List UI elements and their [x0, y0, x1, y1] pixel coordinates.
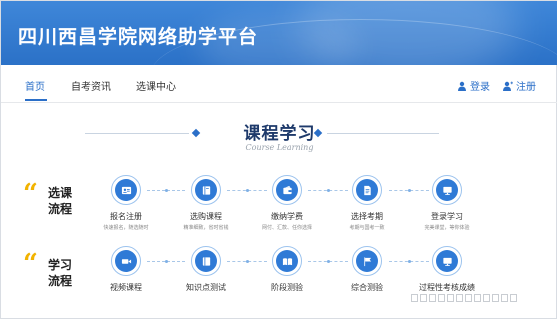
step-description: 快速报名，随选随时: [103, 225, 149, 231]
course-step-purchase[interactable]: 选购课程 精准细致，省时省钱: [161, 175, 251, 231]
study-step-stage-quiz[interactable]: 阶段测验: [242, 246, 332, 293]
register-label: 注册: [516, 82, 536, 93]
nav-item-course-center[interactable]: 选课中心: [136, 78, 176, 93]
study-step-process-score[interactable]: 过程性考核成绩: [402, 246, 492, 293]
study-step-comprehensive-quiz[interactable]: 综合测验: [322, 246, 412, 293]
quote-mark: “: [23, 179, 38, 209]
step-description: 完美课堂，等你体验: [424, 225, 470, 231]
step-label: 选择考期: [351, 212, 383, 221]
nav-active-indicator: [25, 99, 47, 101]
step-description: 精准细致，省时省钱: [183, 225, 229, 231]
course-step-pay[interactable]: 缴纳学费 网付、汇款、任你选择: [242, 175, 332, 231]
step-description: 网付、汇款、任你选择: [261, 225, 312, 231]
flag-icon: [363, 256, 371, 266]
step-label: 选购课程: [190, 212, 222, 221]
login-label: 登录: [470, 82, 490, 93]
course-step-exam-period[interactable]: 选择考期 考期与国考一致: [322, 175, 412, 231]
header-banner: 四川西昌学院网络助学平台: [1, 1, 557, 65]
study-step-video[interactable]: 视频课程: [81, 246, 171, 293]
video-icon: [121, 258, 131, 264]
course-step-register[interactable]: 报名注册 快速报名，随选随时: [81, 175, 171, 231]
book-icon: [202, 256, 210, 266]
section-title: 课程学习: [243, 124, 316, 144]
section-subtitle: Course Learning: [245, 143, 314, 152]
login-link[interactable]: 登录: [457, 78, 490, 93]
site-title[interactable]: 四川西昌学院网络助学平台: [18, 22, 258, 49]
section-heading: 课程学习 Course Learning: [1, 119, 557, 152]
document-icon: [363, 185, 371, 195]
step-label: 综合测验: [351, 283, 383, 292]
step-label: 视频课程: [110, 283, 142, 292]
open-book-icon: [282, 257, 292, 265]
add-user-icon: [503, 81, 513, 91]
main-nav: 首页 自考资讯 选课中心 登录 注册: [1, 65, 557, 103]
user-icon: [458, 81, 466, 91]
step-label: 报名注册: [110, 212, 142, 221]
study-step-knowledge-test[interactable]: 知识点测试: [161, 246, 251, 293]
course-step-login-study[interactable]: 登录学习 完美课堂，等你体验: [402, 175, 492, 231]
course-flow-label: 选课 流程: [48, 186, 73, 216]
quote-mark: “: [23, 249, 38, 279]
id-card-icon: [121, 186, 131, 194]
study-flow-label: 学习 流程: [48, 258, 73, 288]
step-label: 过程性考核成绩: [419, 283, 475, 292]
step-label: 知识点测试: [186, 283, 226, 292]
step-label: 阶段测验: [271, 283, 303, 292]
monitor-icon: [442, 257, 452, 266]
nav-item-exam-news[interactable]: 自考资讯: [71, 78, 111, 93]
wallet-icon: [282, 185, 292, 194]
monitor-icon: [442, 186, 452, 195]
book-icon: [202, 185, 210, 195]
register-link[interactable]: 注册: [503, 78, 536, 93]
placeholder-glyphs: [411, 294, 517, 302]
nav-item-home[interactable]: 首页: [25, 78, 45, 93]
step-label: 登录学习: [431, 212, 463, 221]
step-description: 考期与国考一致: [349, 225, 385, 231]
step-label: 缴纳学费: [271, 212, 303, 221]
